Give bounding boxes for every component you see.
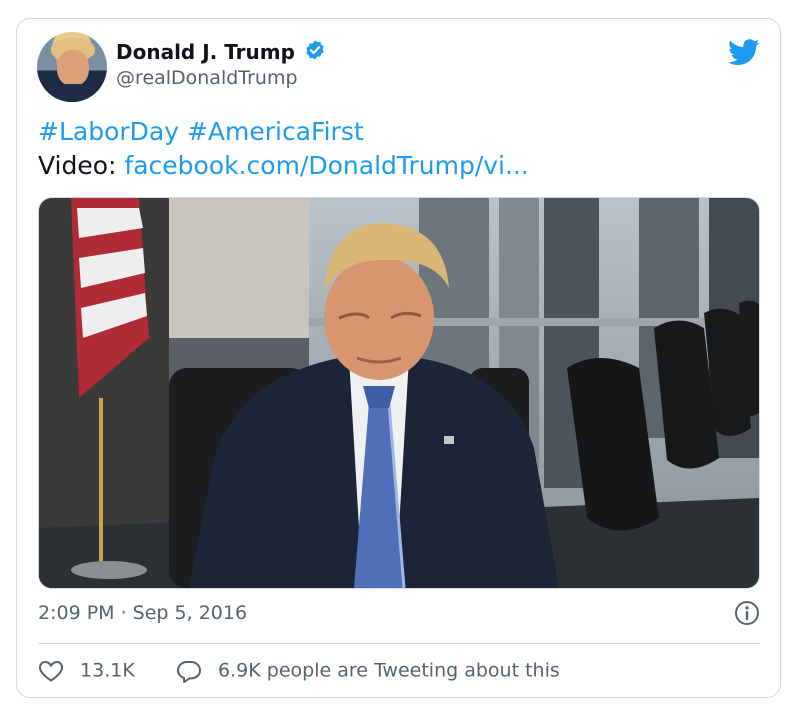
display-name[interactable]: Donald J. Trump	[116, 39, 295, 65]
avatar-face	[57, 50, 89, 86]
verified-badge-icon	[304, 39, 326, 65]
handle[interactable]: @realDonaldTrump	[116, 65, 326, 91]
twitter-bird-icon[interactable]	[728, 39, 760, 70]
like-count: 13.1K	[80, 659, 135, 682]
reply-bubble-icon	[177, 660, 201, 683]
avatar-suit	[41, 84, 103, 102]
video-link[interactable]: facebook.com/DonaldTrump/vi...	[124, 151, 528, 180]
author-block[interactable]: Donald J. Trump @realDonaldTrump	[116, 39, 326, 91]
hashtag-laborday[interactable]: #LaborDay	[38, 117, 179, 146]
media-video-thumbnail[interactable]	[38, 197, 760, 589]
like-button[interactable]: 13.1K	[38, 655, 135, 686]
heart-icon	[39, 660, 63, 682]
hashtag-americafirst[interactable]: #AmericaFirst	[187, 117, 364, 146]
tweeting-about-link[interactable]: 6.9K people are Tweeting about this	[176, 655, 560, 686]
avatar[interactable]	[37, 32, 107, 102]
timestamp[interactable]: 2:09 PM · Sep 5, 2016	[38, 599, 247, 627]
info-icon[interactable]	[734, 600, 760, 630]
video-label: Video:	[38, 151, 117, 180]
divider	[38, 643, 760, 644]
tweeting-count-text: 6.9K people are Tweeting about this	[218, 659, 560, 682]
tweet-text: #LaborDay #AmericaFirst Video: facebook.…	[38, 115, 529, 183]
tweet-card[interactable]: Donald J. Trump @realDonaldTrump #LaborD…	[16, 18, 781, 698]
